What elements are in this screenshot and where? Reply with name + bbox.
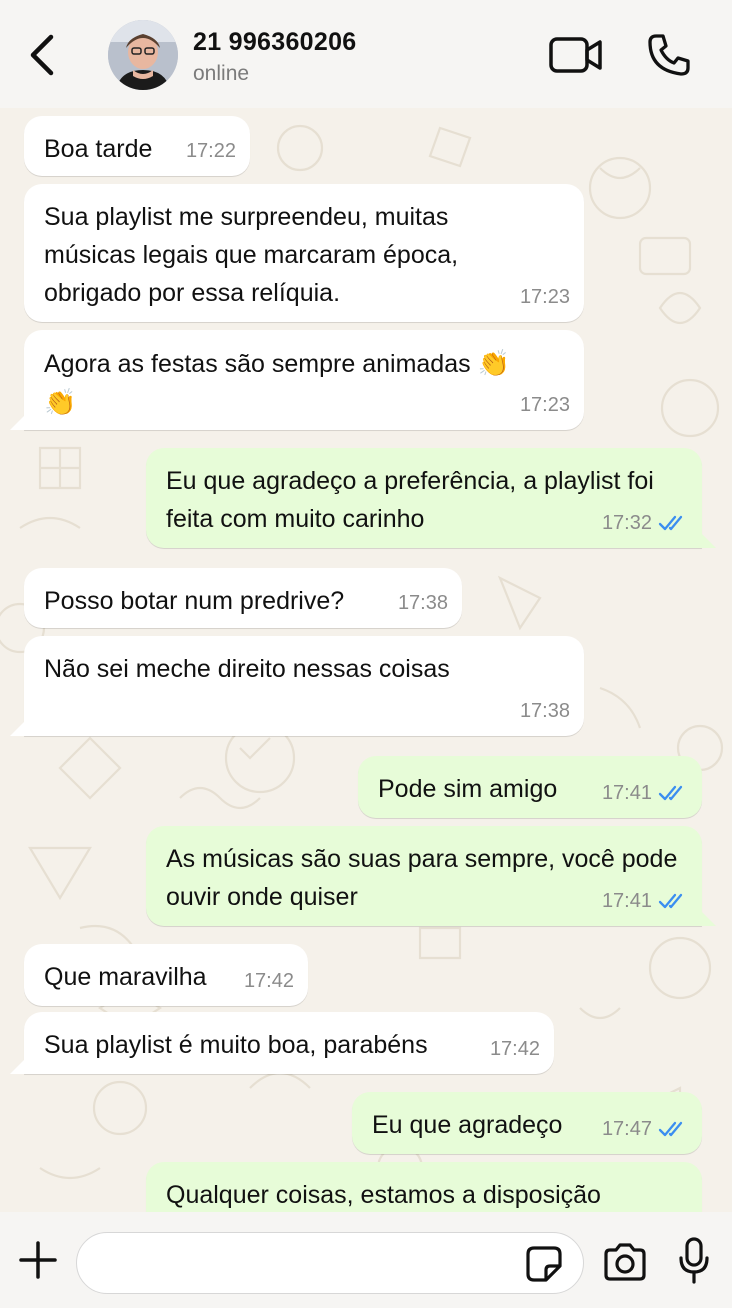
message-bubble-incoming[interactable]: Que maravilha 17:42 — [24, 944, 308, 1006]
read-ticks-icon — [658, 515, 683, 531]
sticker-button[interactable] — [524, 1244, 564, 1284]
read-ticks-icon — [658, 1121, 683, 1137]
message-time: 17:47 — [601, 1118, 652, 1140]
camera-icon — [604, 1243, 646, 1281]
contact-status: online — [193, 62, 250, 85]
message-bubble-outgoing[interactable]: Pode sim amigo 17:41 — [358, 756, 702, 818]
message-time: 17:41 — [601, 782, 652, 804]
message-time: 17:42 — [489, 1038, 540, 1060]
read-ticks-icon — [658, 785, 683, 801]
message-text: Posso botar num predrive? — [44, 587, 345, 615]
message-text: Sua playlist é muito boa, parabéns — [44, 1031, 428, 1059]
message-time: 17:23 — [519, 394, 570, 416]
back-button[interactable] — [22, 30, 62, 80]
message-bubble-outgoing[interactable]: As músicas são suas para sempre, você po… — [146, 826, 702, 926]
message-text: Agora as festas são sempre animadas — [44, 350, 471, 378]
message-time: 17:23 — [519, 286, 570, 308]
message-meta: 17:47 — [602, 1110, 688, 1148]
composer-bar — [0, 1212, 732, 1308]
message-bubble-incoming[interactable]: Agora as festas são sempre animadas 👏 👏 … — [24, 330, 584, 430]
contact-name[interactable]: 21 996360206 — [193, 28, 357, 57]
message-bubble-outgoing[interactable]: Eu que agradeço 17:47 — [352, 1092, 702, 1154]
message-time: 17:32 — [601, 512, 652, 534]
message-meta: 17:41 — [602, 774, 688, 812]
attach-button[interactable] — [18, 1240, 58, 1280]
message-meta: 17:41 — [602, 882, 688, 920]
message-bubble-outgoing[interactable]: Eu que agradeço a preferência, a playlis… — [146, 448, 702, 548]
message-text: Pode sim amigo — [378, 775, 558, 803]
read-ticks-icon — [658, 893, 683, 909]
message-meta: 17:32 — [602, 504, 688, 542]
chat-header: 21 996360206 online — [0, 0, 732, 108]
plus-icon — [19, 1241, 57, 1279]
message-bubble-incoming[interactable]: Sua playlist me surpreendeu, muitas músi… — [24, 184, 584, 322]
message-bubble-incoming[interactable]: Boa tarde 17:22 — [24, 116, 250, 176]
message-bubble-incoming[interactable]: Não sei meche direito nessas coisas 17:3… — [24, 636, 584, 736]
message-list[interactable]: Boa tarde 17:22 Sua playlist me surpreen… — [0, 108, 732, 1212]
microphone-icon — [679, 1237, 709, 1284]
message-bubble-outgoing[interactable]: Qualquer coisas, estamos a disposição — [146, 1162, 702, 1212]
message-time: 17:38 — [519, 700, 570, 722]
video-call-icon — [549, 37, 602, 73]
sticker-icon — [526, 1246, 562, 1282]
message-text: Boa tarde — [44, 135, 153, 163]
message-time: 17:22 — [185, 140, 236, 162]
message-bubble-incoming[interactable]: Posso botar num predrive? 17:38 — [24, 568, 462, 628]
message-input[interactable] — [76, 1232, 584, 1294]
message-text: Que maravilha — [44, 963, 207, 991]
message-time: 17:42 — [243, 970, 294, 992]
voice-message-button[interactable] — [676, 1236, 712, 1286]
voice-call-button[interactable] — [646, 32, 692, 78]
video-call-button[interactable] — [548, 34, 604, 76]
message-time: 17:41 — [601, 890, 652, 912]
message-bubble-incoming[interactable]: Sua playlist é muito boa, parabéns 17:42 — [24, 1012, 554, 1074]
message-text: Eu que agradeço — [372, 1111, 563, 1139]
clapping-hands-emoji: 👏 — [477, 348, 510, 378]
message-time: 17:38 — [397, 592, 448, 614]
message-text: Não sei meche direito nessas coisas — [44, 655, 450, 683]
clapping-hands-emoji: 👏 — [44, 387, 77, 417]
message-text: Sua playlist me surpreendeu, muitas músi… — [44, 203, 459, 307]
back-arrow-icon — [30, 34, 54, 76]
avatar-image — [108, 20, 178, 90]
camera-button[interactable] — [602, 1242, 648, 1282]
phone-call-icon — [648, 34, 690, 76]
message-text: Qualquer coisas, estamos a disposição — [166, 1181, 601, 1209]
contact-avatar[interactable] — [108, 20, 178, 90]
